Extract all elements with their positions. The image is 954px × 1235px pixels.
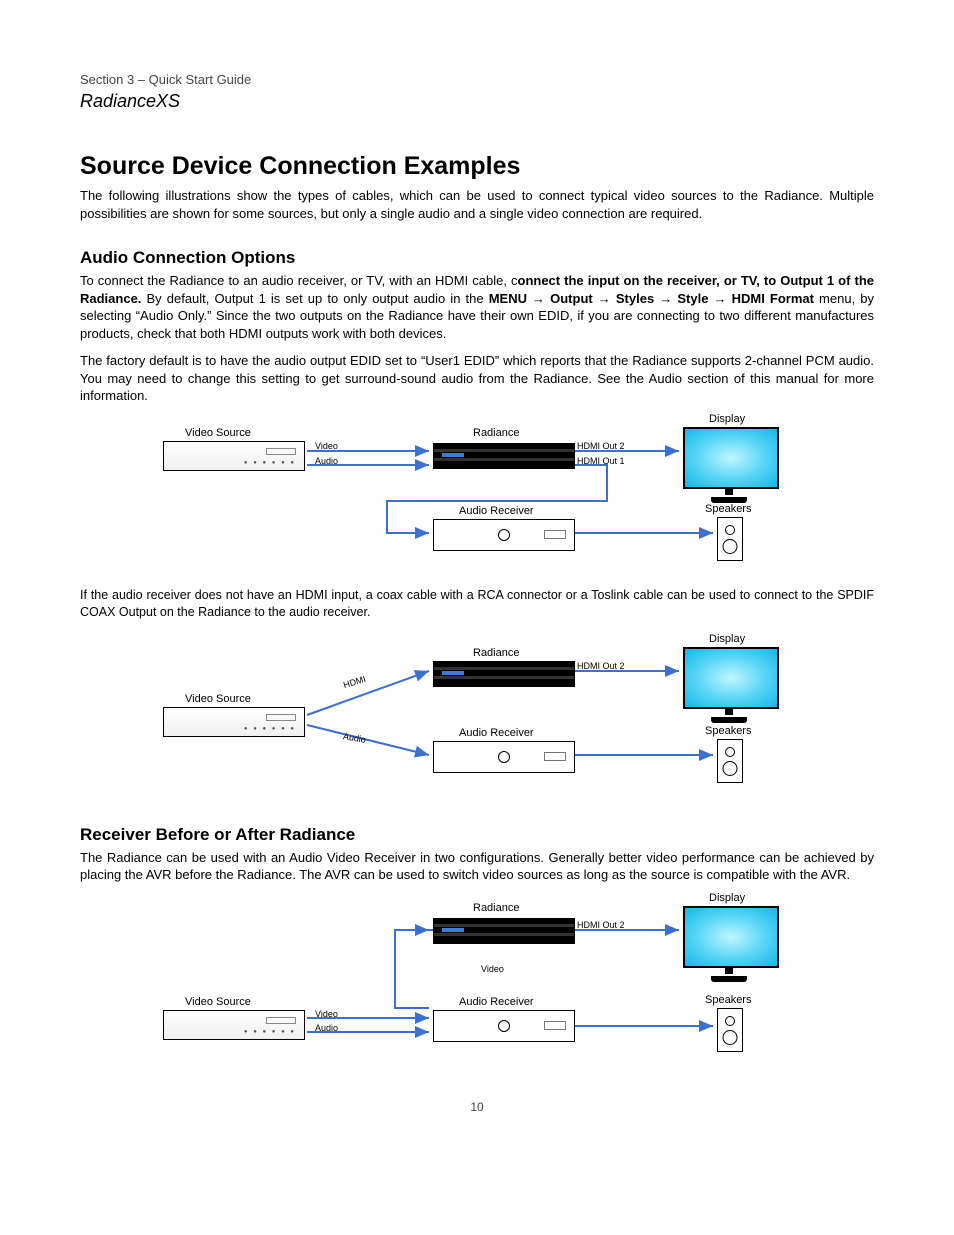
lbl-video: Video: [315, 441, 338, 451]
radiance-icon2: [433, 661, 575, 687]
default-edid-text: The factory default is to have the audio…: [80, 352, 874, 405]
avr-body: The Radiance can be used with an Audio V…: [80, 849, 874, 884]
lbl-audio: Audio: [315, 456, 338, 466]
audio-body-1: To connect the Radiance to an audio rece…: [80, 272, 874, 342]
lbl-display: Display: [709, 413, 745, 425]
avr-icon: [433, 519, 575, 551]
speaker-icon: [717, 517, 743, 561]
lbl-avr3: Audio Receiver: [459, 996, 534, 1008]
model-name: RadianceXS: [0, 87, 954, 112]
video-source-icon2: ● ● ● ● ● ●: [163, 707, 305, 737]
speaker-icon2: [717, 739, 743, 783]
audio-body-d: MENU → Output → Styles → Style → HDMI Fo…: [489, 291, 814, 306]
lbl-speakers3: Speakers: [705, 994, 751, 1006]
lbl-speakers: Speakers: [705, 503, 751, 515]
radiance-icon3: [433, 918, 575, 944]
lbl-audio3: Audio: [315, 1023, 338, 1033]
lbl-out1: HDMI Out 1: [577, 456, 625, 466]
figure-3: Radiance HDMI Out 2 Display Video Video …: [157, 892, 797, 1072]
audio-body-a: To connect the Radiance to an audio rece…: [80, 273, 518, 288]
avr-icon2: [433, 741, 575, 773]
video-source-icon: ● ● ● ● ● ●: [163, 441, 305, 471]
section-header: Section 3 – Quick Start Guide: [0, 0, 954, 87]
audio-body-c: By default, Output 1 is set up to only o…: [141, 291, 483, 306]
lbl-hdmi: HDMI: [342, 674, 367, 690]
lbl-video-source2: Video Source: [185, 693, 251, 705]
audio-heading: Audio Connection Options: [80, 248, 954, 268]
display-icon: [683, 427, 775, 503]
lbl-display2: Display: [709, 633, 745, 645]
lbl-audio2: Audio: [342, 731, 366, 745]
lbl-video3: Video: [315, 1009, 338, 1019]
lbl-radiance2: Radiance: [473, 647, 519, 659]
lbl-radiance: Radiance: [473, 427, 519, 439]
lbl-out2b: HDMI Out 2: [577, 661, 625, 671]
display-icon2: [683, 647, 775, 723]
video-source-icon3: ● ● ● ● ● ●: [163, 1010, 305, 1040]
lbl-video-top: Video: [481, 964, 504, 974]
avr-heading: Receiver Before or After Radiance: [80, 825, 954, 845]
intro-body: The following illustrations show the typ…: [80, 187, 874, 222]
page-number: 10: [0, 1100, 954, 1114]
intro-heading: Source Device Connection Examples: [80, 152, 954, 181]
lbl-speakers2: Speakers: [705, 725, 751, 737]
figure-2: Radiance HDMI Out 2 Display Video Source…: [157, 629, 797, 799]
lbl-video-source3: Video Source: [185, 996, 251, 1008]
figure-1: Video Source ● ● ● ● ● ● Video Audio Rad…: [157, 413, 797, 583]
lbl-video-source: Video Source: [185, 427, 251, 439]
lbl-display3: Display: [709, 892, 745, 904]
lbl-avr2: Audio Receiver: [459, 727, 534, 739]
lbl-out2: HDMI Out 2: [577, 441, 625, 451]
coax-body: If the audio receiver does not have an H…: [80, 587, 874, 621]
lbl-avr: Audio Receiver: [459, 505, 534, 517]
avr-icon3: [433, 1010, 575, 1042]
radiance-icon: [433, 443, 575, 469]
speaker-icon3: [717, 1008, 743, 1052]
lbl-out2c: HDMI Out 2: [577, 920, 625, 930]
display-icon3: [683, 906, 775, 982]
lbl-radiance3: Radiance: [473, 902, 519, 914]
